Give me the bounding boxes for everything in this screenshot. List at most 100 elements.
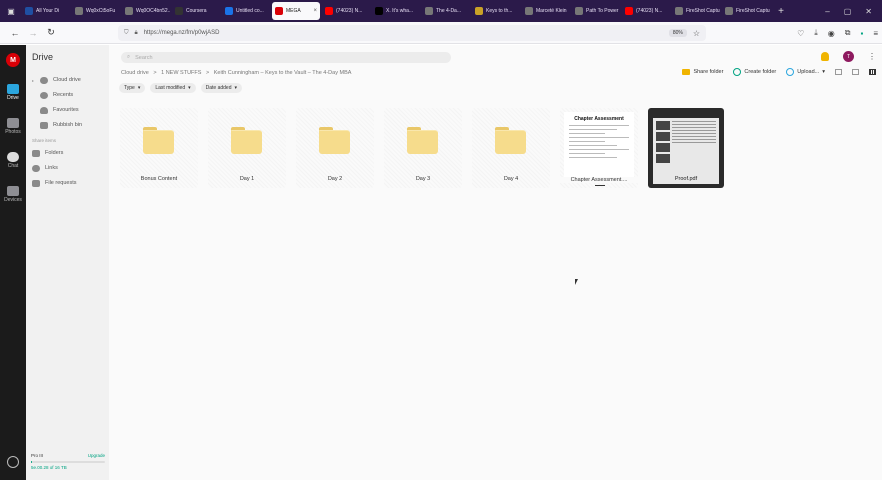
- new-tab-button[interactable]: +: [772, 6, 790, 17]
- tab-label: Wq0OC4bn52...: [136, 8, 170, 14]
- browser-tab[interactable]: Untitled co...: [222, 2, 270, 20]
- folder-card[interactable]: Day 4: [472, 108, 550, 188]
- browser-tab[interactable]: Coursera: [172, 2, 220, 20]
- pocket-icon[interactable]: ♡: [797, 29, 804, 38]
- filter-label: Date added: [205, 85, 232, 91]
- account-icon[interactable]: ◉: [828, 29, 835, 38]
- filter-type[interactable]: Type ▾: [119, 83, 146, 93]
- menu-icon[interactable]: ≡: [873, 29, 878, 38]
- browser-tab[interactable]: (74023) N...: [322, 2, 370, 20]
- browser-tab[interactable]: X. It's wha...: [372, 2, 420, 20]
- item-name: Day 4: [503, 176, 519, 182]
- extension-icon[interactable]: ▪: [860, 29, 863, 38]
- browser-tab[interactable]: Marceté Klein: [522, 2, 570, 20]
- browser-tab[interactable]: FireShot Captu...: [672, 2, 720, 20]
- search-input[interactable]: ⌕ Search: [121, 52, 451, 63]
- maximize-icon[interactable]: ▢: [844, 7, 852, 16]
- sidebar-item-folders[interactable]: Folders: [32, 148, 63, 158]
- browser-tab[interactable]: Path To Power: [572, 2, 620, 20]
- rail-chat[interactable]: Chat: [0, 147, 26, 173]
- sidebar-item-favourites[interactable]: Favourites: [32, 105, 79, 115]
- sidebar-item-cloud-drive[interactable]: ▸ Cloud drive: [32, 75, 81, 85]
- storage-fill: [31, 461, 33, 463]
- breadcrumb-new-stuffs[interactable]: 1 NEW STUFFS: [161, 70, 201, 76]
- sidebar-item-file-requests[interactable]: File requests: [32, 178, 77, 188]
- info-panel-icon[interactable]: [835, 69, 842, 75]
- forward-icon[interactable]: →: [24, 28, 42, 38]
- sidebar-item-label: Cloud drive: [53, 77, 81, 83]
- list-view-icon[interactable]: [852, 69, 859, 75]
- tab-label: Marceté Klein: [536, 8, 567, 14]
- drive-sidebar: Drive ▸ Cloud drive Recents Favourites R…: [26, 45, 109, 480]
- folder-card[interactable]: Bonus Content: [120, 108, 198, 188]
- tab-label: The 4-Da...: [436, 8, 462, 14]
- zoom-badge[interactable]: 80%: [668, 29, 687, 37]
- rail-devices[interactable]: Devices: [0, 181, 26, 207]
- sidebar-item-links[interactable]: Links: [32, 163, 58, 173]
- sidebar-item-rubbish-bin[interactable]: Rubbish bin: [32, 120, 82, 130]
- mega-icon: [275, 7, 283, 15]
- file-card-doc[interactable]: Chapter Assessment Chapter Assessment...…: [560, 108, 638, 188]
- more-icon[interactable]: ⋮: [868, 52, 876, 61]
- folder-card[interactable]: Day 3: [384, 108, 462, 188]
- browser-tab[interactable]: MEGA ×: [272, 2, 320, 20]
- filter-last-modified[interactable]: Last modified ▾: [150, 83, 196, 93]
- page-icon: [125, 7, 133, 15]
- rail-drive[interactable]: Drive: [0, 79, 26, 105]
- close-window-icon[interactable]: ✕: [865, 7, 872, 16]
- upload-button[interactable]: Upload... ▾: [786, 68, 825, 76]
- drive-icon: [7, 83, 19, 94]
- file-card-pdf[interactable]: Proof.pdf: [648, 108, 724, 188]
- extensions-icon[interactable]: ⧉: [845, 28, 851, 38]
- shared-section-title: Share items: [32, 138, 57, 143]
- share-folder-label: Share folder: [693, 69, 724, 75]
- back-icon[interactable]: ←: [6, 28, 24, 38]
- breadcrumb-cloud-drive[interactable]: Cloud drive: [121, 70, 149, 76]
- tab-label: (74023) N...: [636, 8, 663, 14]
- folder-icon: [143, 127, 174, 154]
- browser-tab[interactable]: Wq0OC4bn52...: [122, 2, 170, 20]
- bookmark-star-icon[interactable]: ☆: [693, 29, 700, 38]
- close-tab-icon[interactable]: ×: [313, 8, 317, 14]
- thumbnail-title: Chapter Assessment: [574, 116, 624, 122]
- minimize-icon[interactable]: –: [825, 7, 829, 16]
- upgrade-link[interactable]: Upgrade: [88, 453, 105, 458]
- mouse-cursor: [575, 279, 578, 285]
- browser-tab[interactable]: Keys to th...: [472, 2, 520, 20]
- download-icon[interactable]: ⤓: [814, 28, 818, 38]
- notification-bell-icon[interactable]: [821, 52, 829, 61]
- browser-tab[interactable]: The 4-Da...: [422, 2, 470, 20]
- browser-tab[interactable]: All Your Di: [22, 2, 70, 20]
- filter-date-added[interactable]: Date added ▾: [200, 83, 242, 93]
- share-folder-button[interactable]: Share folder: [682, 69, 723, 75]
- mega-logo[interactable]: M: [6, 53, 20, 67]
- blue-app-icon: [225, 7, 233, 15]
- browser-tab[interactable]: Wq0xCt5oFu: [72, 2, 120, 20]
- folder-icon: [407, 127, 438, 154]
- address-bar[interactable]: ⛉ 🔒︎ https://mega.nz/fm/p0wjASD 80% ☆: [118, 25, 706, 41]
- browser-tab[interactable]: (74023) N...: [622, 2, 670, 20]
- chevron-down-icon[interactable]: ▾: [822, 69, 825, 75]
- create-folder-label: Create folder: [744, 69, 777, 75]
- tab-list-icon[interactable]: ▣: [0, 0, 22, 22]
- browser-tab[interactable]: FireShot Captu...: [722, 2, 770, 20]
- settings-icon[interactable]: [7, 456, 19, 468]
- rail-photos[interactable]: Photos: [0, 113, 26, 139]
- share-folder-icon: [682, 69, 691, 75]
- reload-icon[interactable]: ↻: [42, 27, 60, 38]
- create-folder-button[interactable]: Create folder: [733, 68, 776, 76]
- avatar[interactable]: T: [843, 51, 854, 62]
- caret-right-icon[interactable]: ▸: [32, 78, 35, 83]
- folder-card[interactable]: Day 1: [208, 108, 286, 188]
- shield-icon: ⛉: [124, 29, 129, 36]
- cloud-icon: [40, 76, 48, 84]
- page-icon: [525, 7, 533, 15]
- sidebar-item-label: File requests: [45, 180, 77, 186]
- sidebar-item-recents[interactable]: Recents: [32, 90, 73, 100]
- grid-view-icon[interactable]: [869, 69, 876, 75]
- folder-card[interactable]: Day 2: [296, 108, 374, 188]
- breadcrumb-separator: >: [205, 70, 210, 76]
- tab-label: MEGA: [286, 8, 301, 14]
- rail-devices-label: Devices: [4, 196, 22, 203]
- loading-indicator: [595, 185, 605, 186]
